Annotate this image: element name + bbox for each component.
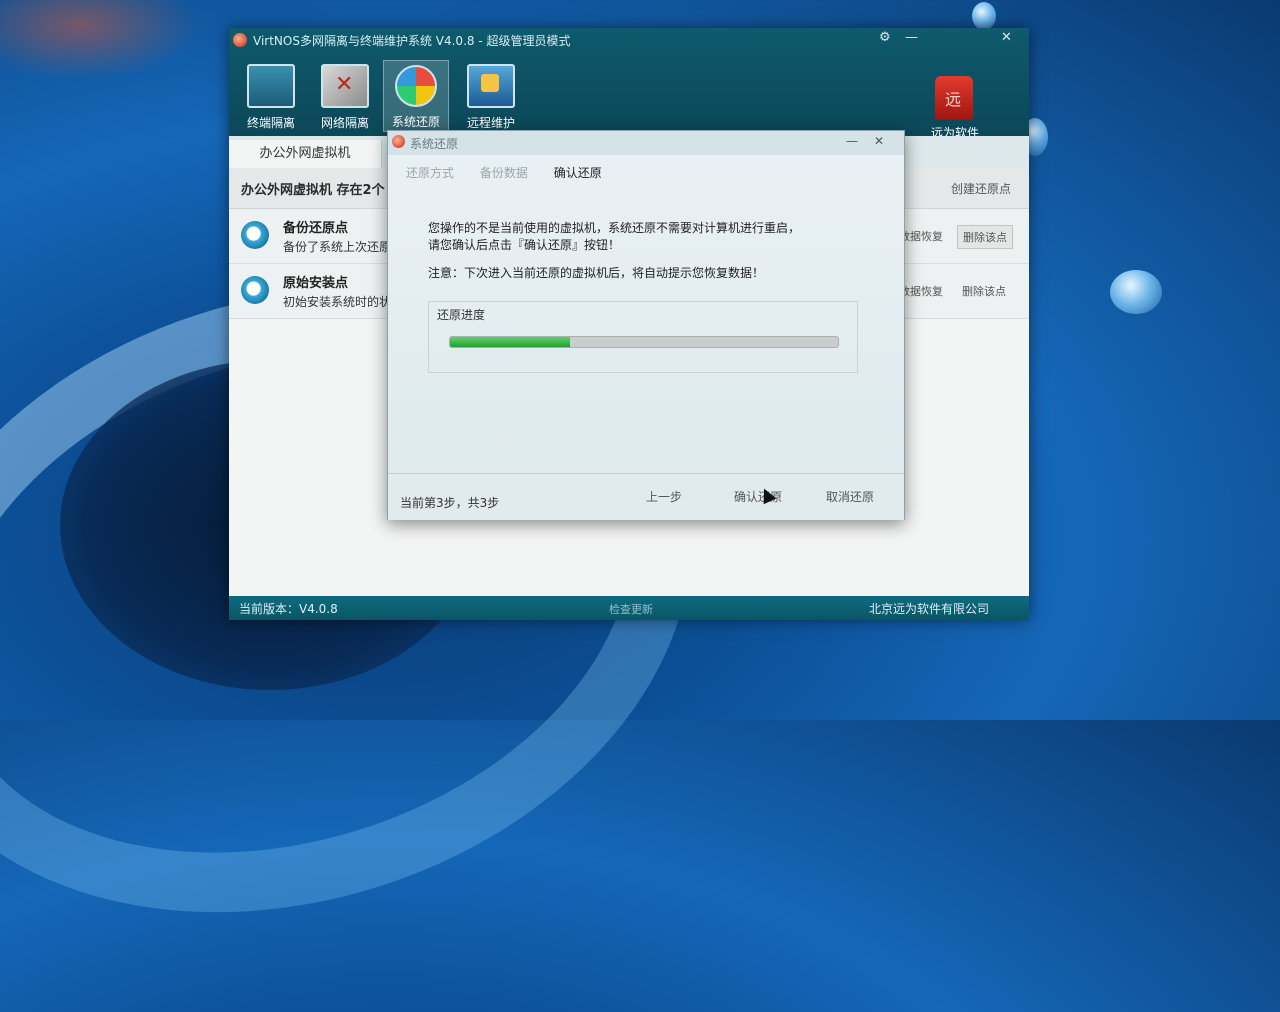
tools-icon: ✕ [321,64,369,108]
restore-dialog: 系统还原 — ✕ 还原方式 备份数据 确认还原 您操作的不是当前使用的虚拟机，系… [387,130,905,520]
toolbar-system-restore[interactable]: 系统还原 [383,60,449,132]
restore-point-title: 原始安装点 [283,276,349,291]
toolbar-label: 系统还原 [391,115,440,129]
brand-logo: 远 [935,76,973,120]
dialog-logo-icon [392,135,405,148]
desktop-glare [0,0,200,80]
restore-point-icon [241,276,269,304]
confirm-restore-button[interactable]: 确认还原 [726,484,790,509]
toolbar-network-isolation[interactable]: ✕ 网络隔离 [313,60,377,130]
tab-office-external-vm[interactable]: 办公外网虚拟机 [229,140,382,168]
wizard-steps: 还原方式 备份数据 确认还原 [406,164,624,181]
dialog-footer: 当前第3步，共3步 上一步 确认还原 取消还原 [388,473,904,520]
restore-point-icon [241,221,269,249]
cancel-restore-button[interactable]: 取消还原 [818,484,882,509]
restore-point-desc: 初始安装系统时的状 [283,295,392,309]
step-info: 当前第3步，共3步 [400,496,500,510]
check-update-link[interactable]: 检查更新 [609,601,653,617]
toolbar-label: 终端隔离 [246,116,295,130]
desktop-water-drop [972,2,996,30]
step-restore-method: 还原方式 [406,166,455,180]
status-bar: 当前版本：V4.0.8 检查更新 北京远为软件有限公司 [229,596,1029,620]
monitor-icon [247,64,295,108]
restore-point-desc: 备份了系统上次还原 [283,240,392,254]
brand-logo-glyph: 远 [945,90,962,109]
toolbar-label: 远程维护 [466,116,515,130]
title-bar: VirtNOS多网隔离与终端维护系统 V4.0.8 - 超级管理员模式 ⚙ — … [229,28,1029,146]
restore-icon [395,65,437,107]
create-restore-point-button[interactable]: 创建还原点 [951,180,1011,197]
close-button[interactable]: ✕ [1001,30,1012,45]
restore-point-title: 备份还原点 [283,221,349,236]
minimize-button[interactable]: — [905,30,918,45]
toolbar-label: 网络隔离 [320,116,369,130]
vm-header-text: 办公外网虚拟机 存在2个 [241,183,385,198]
dialog-minimize-button[interactable]: — [846,134,858,148]
desktop-water-drop [1110,270,1162,314]
toolbar-remote-maintenance[interactable]: 远程维护 [459,60,523,130]
dialog-title: 系统还原 [410,137,459,151]
progress-fill [450,337,571,347]
version-label: 当前版本：V4.0.8 [239,602,338,616]
message-line-2: 请您确认后点击『确认还原』按钮！ [428,238,621,252]
toolbar-terminal-isolation[interactable]: 终端隔离 [239,60,303,130]
dialog-close-button[interactable]: ✕ [874,134,884,148]
step-confirm-restore: 确认还原 [553,166,602,180]
progress-bar [449,336,839,348]
step-backup-data: 备份数据 [479,166,528,180]
previous-step-button[interactable]: 上一步 [638,484,690,509]
message-line-1: 您操作的不是当前使用的虚拟机，系统还原不需要对计算机进行重启， [428,221,801,235]
delete-point-button[interactable]: 删除该点 [957,225,1013,249]
delete-point-button[interactable]: 删除该点 [957,280,1011,302]
app-title: VirtNOS多网隔离与终端维护系统 V4.0.8 - 超级管理员模式 [253,34,571,48]
notice-text: 注意：下次进入当前还原的虚拟机后，将自动提示您恢复数据！ [428,266,765,280]
app-logo-icon [233,33,247,47]
dialog-title-bar: 系统还原 — ✕ [388,131,904,155]
progress-label: 还原进度 [437,308,486,322]
company-name: 北京远为软件有限公司 [869,602,990,616]
progress-group: 还原进度 [428,301,858,373]
settings-icon[interactable]: ⚙ [879,30,891,45]
remote-monitor-icon [467,64,515,108]
